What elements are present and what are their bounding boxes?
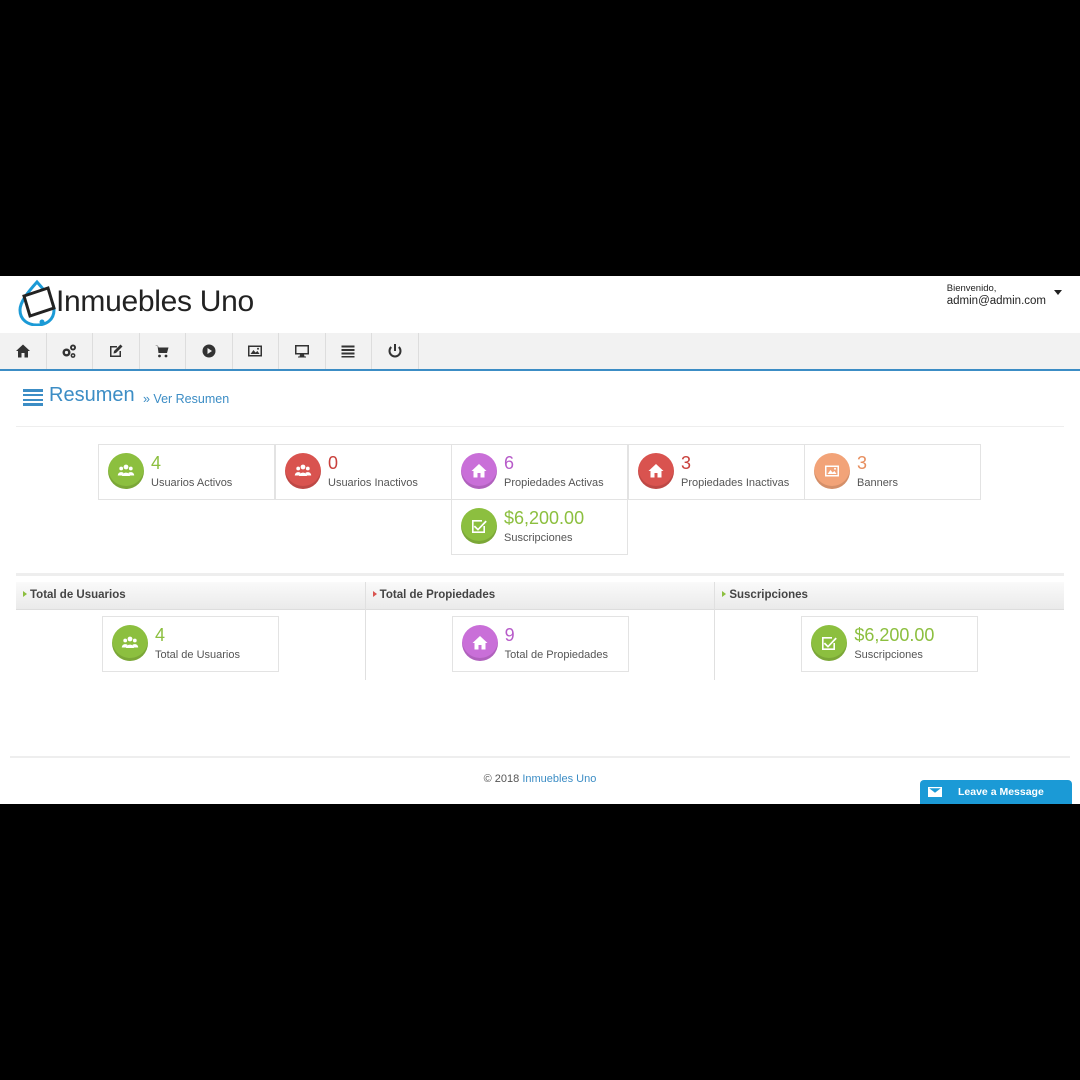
summary-value: $6,200.00 <box>854 625 935 645</box>
logo[interactable]: Inmuebles Uno <box>18 278 254 326</box>
stat-value: 3 <box>857 453 868 473</box>
panel-heading[interactable]: Suscripciones <box>715 582 1065 610</box>
copyright: © 2018 <box>483 773 520 785</box>
users-icon <box>108 453 144 489</box>
stat-banners[interactable]: 3 Banners <box>804 444 981 500</box>
summary-value: 4 <box>155 625 166 645</box>
toolbar-logout[interactable] <box>372 333 419 369</box>
user-menu-caret-icon[interactable] <box>1054 290 1062 295</box>
toolbar-home[interactable] <box>0 333 47 369</box>
home-icon <box>15 344 30 358</box>
toolbar-media[interactable] <box>186 333 233 369</box>
user-email: admin@admin.com <box>946 295 1046 307</box>
power-icon <box>388 344 402 358</box>
summary-total-propiedades[interactable]: 9 Total de Propiedades <box>451 616 629 672</box>
footer: © 2018 Inmuebles Uno <box>0 773 1080 785</box>
footer-brand-link[interactable]: Inmuebles Uno <box>522 773 596 785</box>
summary-label: Suscripciones <box>854 649 923 661</box>
stat-label: Usuarios Activos <box>151 477 233 489</box>
stat-propiedades-inactivas[interactable]: 3 Propiedades Inactivas <box>628 444 805 500</box>
stat-label: Suscripciones <box>504 532 573 544</box>
stat-value: 3 <box>681 453 692 473</box>
home-icon <box>461 625 498 661</box>
page-title: Resumen <box>49 384 135 406</box>
summary-panels: Total de Usuarios 4 Total de Usuarios To… <box>16 582 1065 680</box>
toolbar-display[interactable] <box>279 333 326 369</box>
home-icon <box>638 453 674 489</box>
panel-heading-label: Suscripciones <box>729 589 808 601</box>
stat-suscripciones[interactable]: $6,200.00 Suscripciones <box>451 499 628 555</box>
panel-total-usuarios: Total de Usuarios 4 Total de Usuarios <box>16 582 366 680</box>
cart-icon <box>155 345 169 358</box>
summary-total-usuarios[interactable]: 4 Total de Usuarios <box>102 616 279 672</box>
panel-heading-label: Total de Usuarios <box>30 589 126 601</box>
admin-dashboard: Inmuebles Uno Bienvenido, admin@admin.co… <box>0 276 1080 804</box>
arrow-right-icon <box>23 591 27 597</box>
check-icon <box>811 625 848 661</box>
summary-value: 9 <box>504 625 515 645</box>
user-menu[interactable]: Bienvenido, admin@admin.com <box>947 282 1046 308</box>
toolbar-cart[interactable] <box>140 333 186 369</box>
main-toolbar <box>0 333 1080 371</box>
check-icon <box>461 508 497 544</box>
users-icon <box>285 453 321 489</box>
monitor-icon <box>294 345 309 358</box>
stat-label: Usuarios Inactivos <box>328 477 418 489</box>
home-icon <box>461 453 497 489</box>
panel-heading[interactable]: Total de Usuarios <box>16 582 365 610</box>
summary-label: Total de Propiedades <box>504 649 609 661</box>
stat-label: Propiedades Inactivas <box>681 477 790 489</box>
greeting: Bienvenido, <box>946 283 997 294</box>
view-summary-link[interactable]: » Ver Resumen <box>143 392 229 406</box>
header: Inmuebles Uno Bienvenido, admin@admin.co… <box>0 276 1080 333</box>
leave-message-button[interactable]: Leave a Message <box>920 780 1072 804</box>
toolbar-settings[interactable] <box>47 333 93 369</box>
page-header: Resumen » Ver Resumen <box>16 371 1064 427</box>
stat-value: 6 <box>504 453 515 473</box>
brand-name: Inmuebles Uno <box>56 285 254 318</box>
play-icon <box>202 344 216 358</box>
panel-heading[interactable]: Total de Propiedades <box>365 582 715 610</box>
arrow-right-icon <box>372 591 377 597</box>
logo-house-icon <box>18 279 56 326</box>
stat-label: Propiedades Activas <box>504 477 604 489</box>
image-icon <box>814 453 850 489</box>
edit-icon <box>109 344 123 357</box>
panel-suscripciones: Suscripciones $6,200.00 Suscripciones <box>715 582 1065 680</box>
panel-heading-label: Total de Propiedades <box>379 589 496 601</box>
section-divider <box>16 573 1064 576</box>
arrow-right-icon <box>722 591 727 597</box>
stat-usuarios-activos[interactable]: 4 Usuarios Activos <box>98 444 275 500</box>
gears-icon <box>62 344 77 358</box>
stat-usuarios-inactivos[interactable]: 0 Usuarios Inactivos <box>275 444 452 500</box>
summary-suscripciones[interactable]: $6,200.00 Suscripciones <box>801 616 979 672</box>
toolbar-gallery[interactable] <box>233 333 279 369</box>
summary-label: Total de Usuarios <box>155 649 240 661</box>
leave-message-label: Leave a Message <box>958 786 1044 798</box>
panel-total-propiedades: Total de Propiedades 9 Total de Propieda… <box>365 582 716 680</box>
stat-label: Banners <box>857 477 898 489</box>
stat-propiedades-activas[interactable]: 6 Propiedades Activas <box>451 444 628 500</box>
users-icon <box>112 625 148 661</box>
toolbar-list[interactable] <box>326 333 372 369</box>
stat-value: $6,200.00 <box>504 508 585 528</box>
envelope-icon <box>928 787 942 797</box>
list-icon <box>341 345 355 358</box>
stat-value: 0 <box>328 453 339 473</box>
stat-value: 4 <box>151 453 162 473</box>
footer-divider <box>10 756 1070 758</box>
toolbar-edit[interactable] <box>93 333 140 369</box>
summary-list-icon <box>23 389 43 406</box>
image-icon <box>248 345 263 357</box>
